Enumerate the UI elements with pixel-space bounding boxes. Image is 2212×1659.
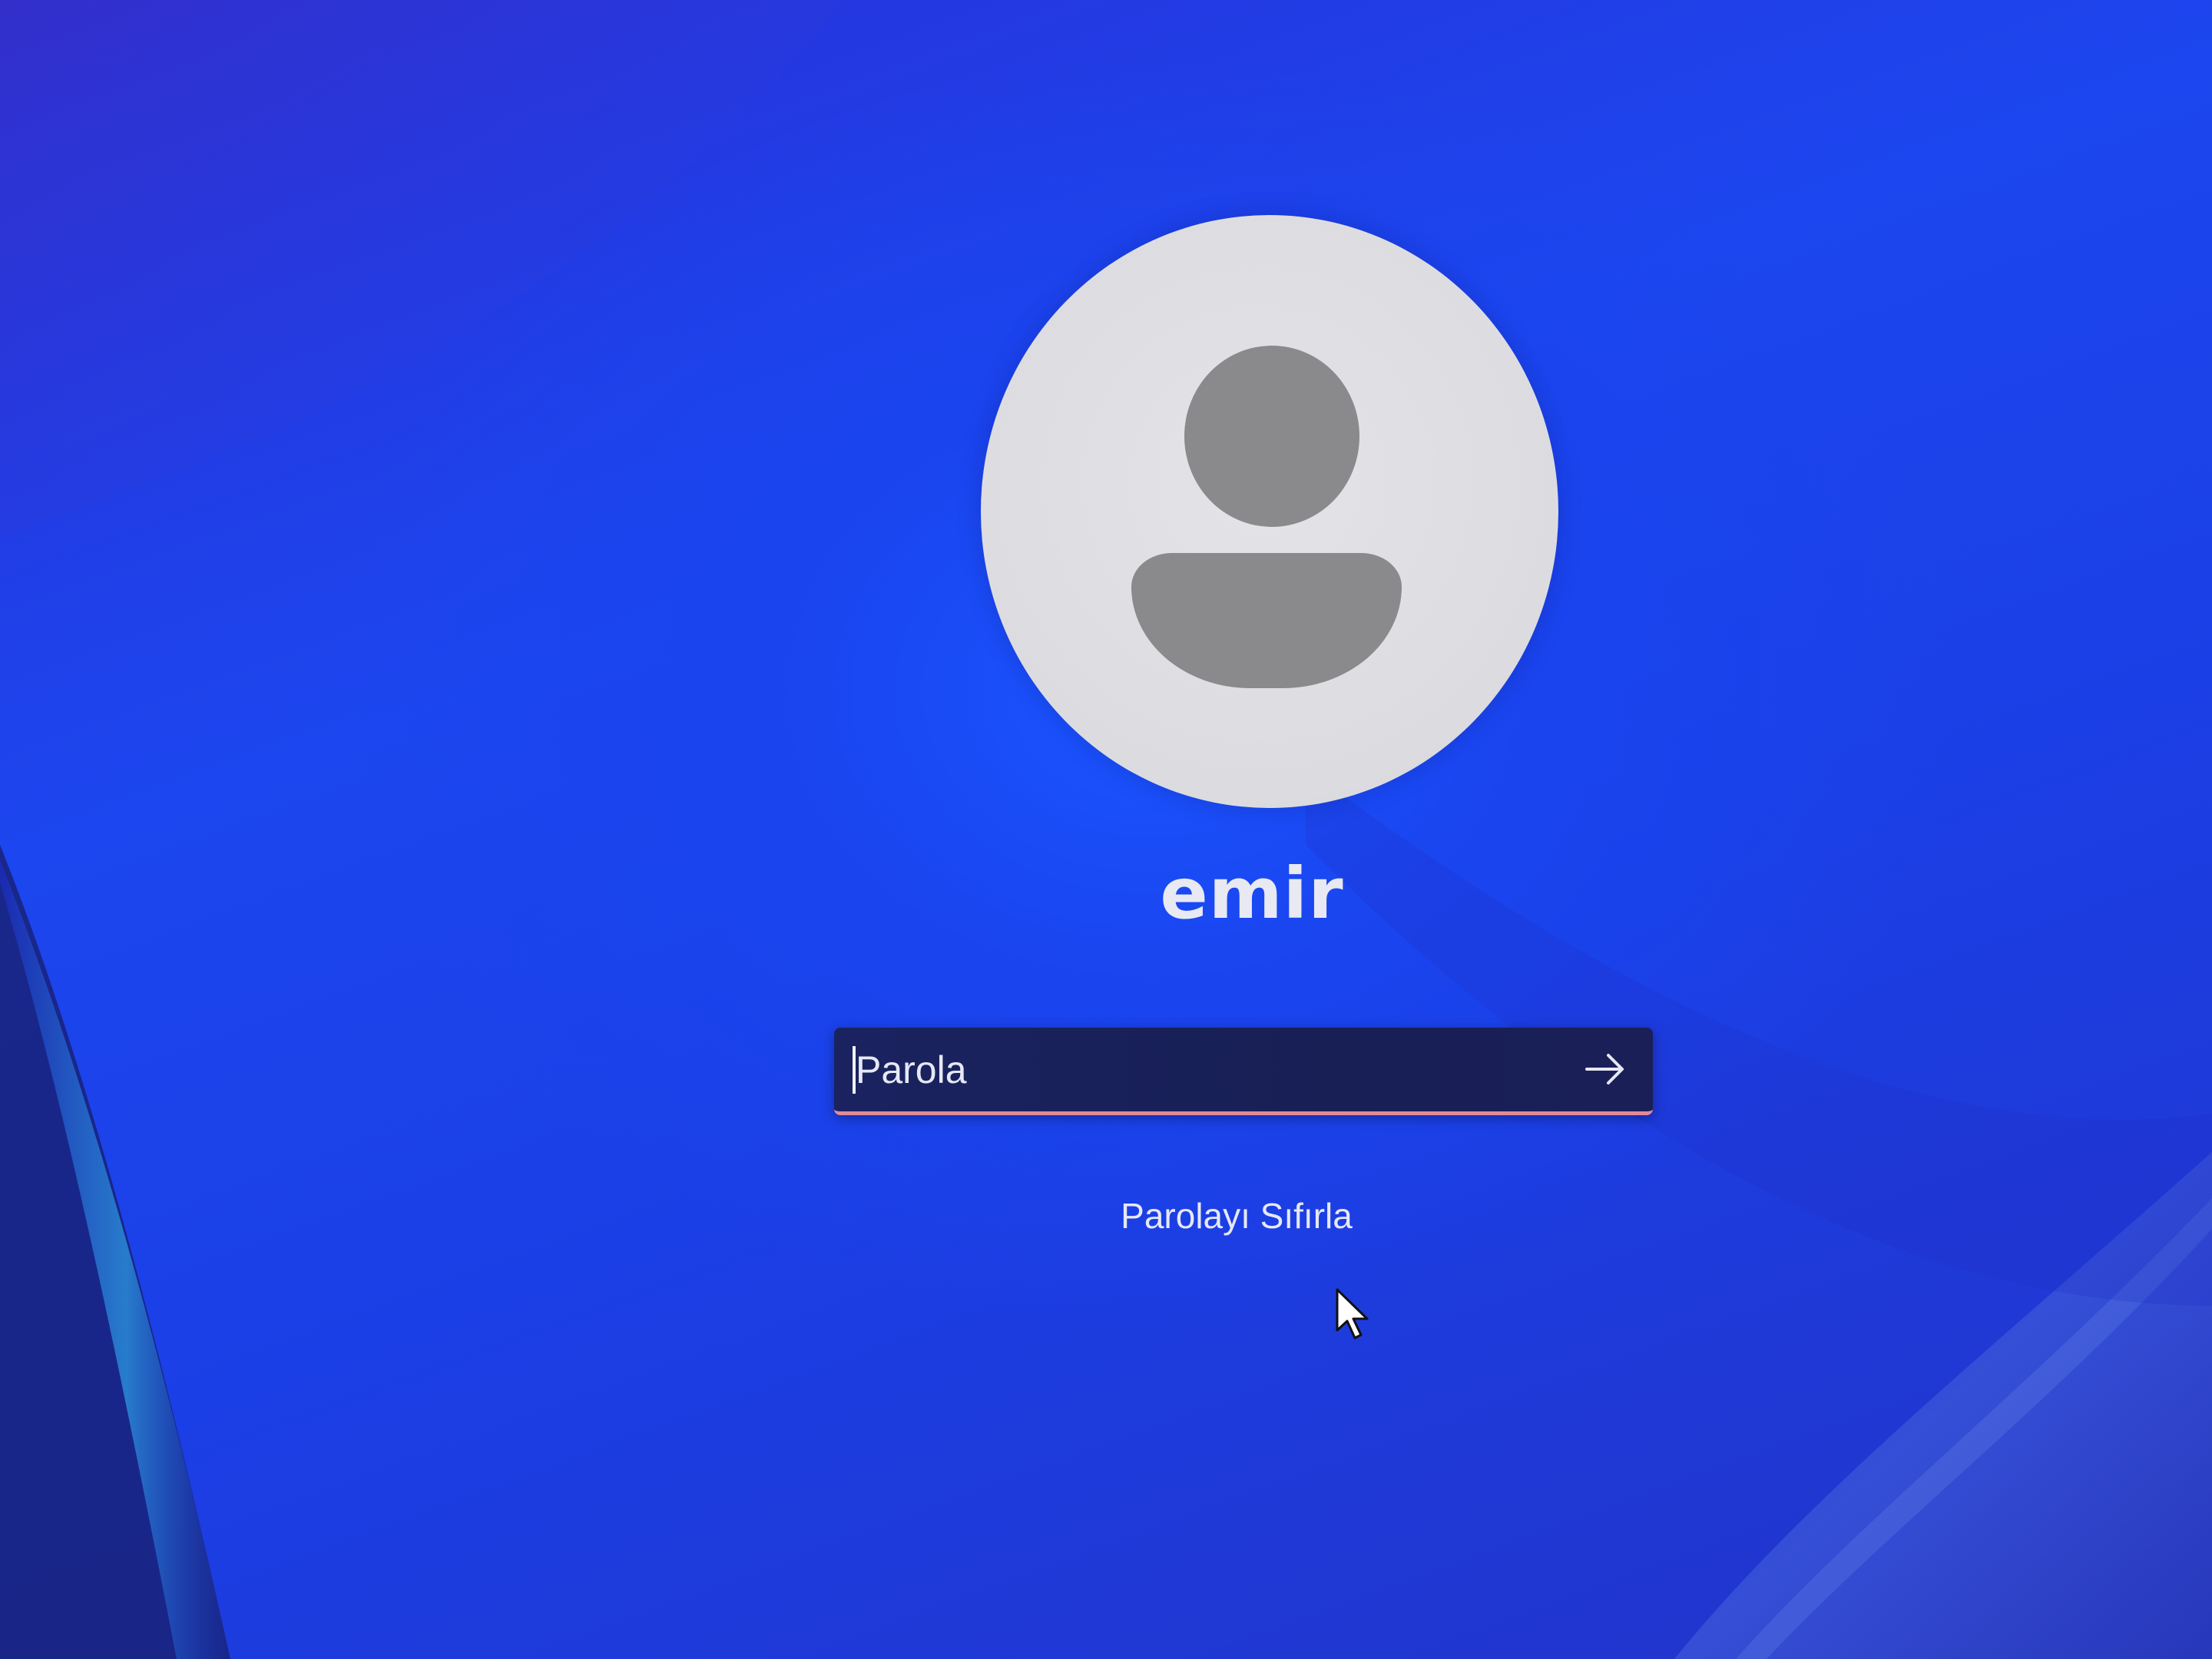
text-caret <box>853 1046 856 1094</box>
reset-password-link[interactable]: Parolayı Sıfırla <box>1068 1195 1406 1237</box>
mouse-pointer-icon <box>1336 1288 1369 1339</box>
username-label: emir <box>1160 853 1344 935</box>
lock-screen-wallpaper <box>0 0 2212 1659</box>
arrow-right-icon <box>1585 1054 1624 1084</box>
wallpaper-curves <box>0 0 2212 1659</box>
avatar-head <box>1184 346 1359 527</box>
password-input[interactable] <box>856 1028 1547 1111</box>
password-field[interactable] <box>834 1028 1653 1115</box>
submit-button[interactable] <box>1571 1035 1639 1103</box>
user-avatar-icon <box>981 215 1558 808</box>
avatar-body <box>1131 553 1402 688</box>
